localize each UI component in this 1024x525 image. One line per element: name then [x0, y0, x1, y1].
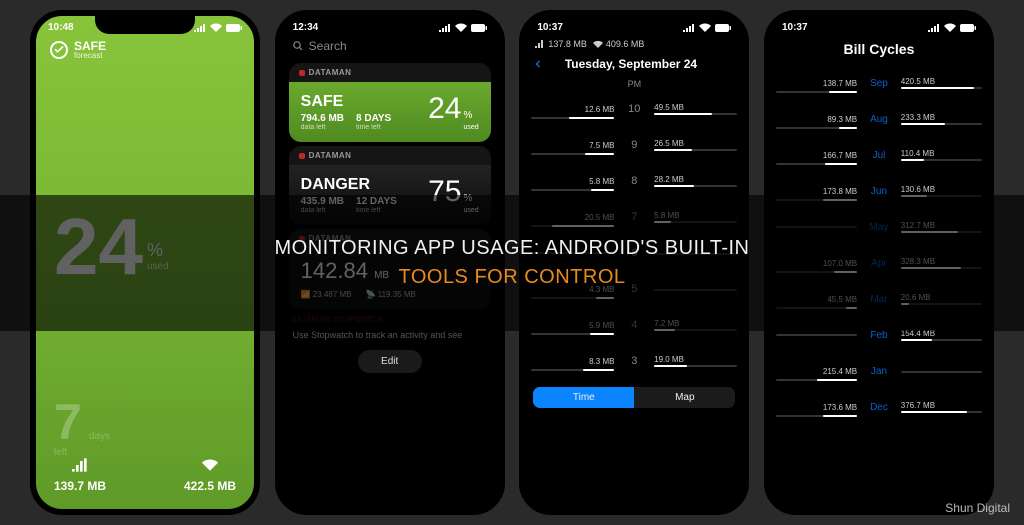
footer-stats: 139.7 MB 422.5 MB	[36, 458, 254, 509]
app-dot-icon	[299, 70, 305, 76]
hour-row[interactable]: 7.5 MB 9 26.5 MB	[531, 127, 737, 163]
cycle-row[interactable]: 173.6 MB Dec 376.7 MB	[776, 389, 982, 425]
wifi-icon	[210, 23, 222, 32]
cycle-row[interactable]: 138.7 MB Sep 420.5 MB	[776, 65, 982, 101]
notch	[584, 16, 684, 34]
state-safe: SAFE	[301, 93, 392, 111]
segment-time[interactable]: Time	[533, 387, 634, 408]
clock: 10:37	[782, 22, 808, 33]
cellular-icon	[72, 458, 88, 477]
wifi-icon	[699, 23, 711, 32]
notch	[95, 16, 195, 34]
wifi-icon	[944, 23, 956, 32]
page-title: Bill Cycles	[780, 41, 978, 57]
wifi-icon	[455, 23, 467, 32]
wifi-total: 409.6 MB	[593, 39, 645, 49]
edit-button[interactable]: Edit	[358, 350, 422, 373]
pm-label: PM	[525, 79, 743, 89]
notch	[829, 16, 929, 34]
signal-icon	[439, 24, 451, 32]
days-left-ghost: 7 days left	[36, 393, 254, 458]
search-icon	[293, 41, 303, 51]
search-placeholder: Search	[309, 39, 347, 53]
notch	[340, 16, 440, 34]
cycle-row[interactable]: 215.4 MB Jan	[776, 353, 982, 389]
segment-map[interactable]: Map	[634, 387, 735, 408]
battery-icon	[226, 24, 242, 32]
search-bar[interactable]: Search	[281, 35, 499, 59]
battery-icon	[471, 24, 487, 32]
signal-icon	[194, 24, 206, 32]
widget-safe[interactable]: DATAMAN SAFE 794.6 MBdata left 8 DAYStim…	[289, 63, 491, 142]
cycle-row[interactable]: 89.3 MB Aug 233.3 MB	[776, 101, 982, 137]
clock: 10:48	[48, 22, 74, 33]
check-icon	[50, 41, 68, 59]
cellular-usage: 139.7 MB	[54, 479, 106, 493]
cycle-row[interactable]: 166.7 MB Jul 110.4 MB	[776, 137, 982, 173]
battery-icon	[715, 24, 731, 32]
clock: 12:34	[293, 22, 319, 33]
wifi-usage: 422.5 MB	[184, 479, 236, 493]
wifi-icon	[202, 458, 218, 477]
hour-row[interactable]: 8.3 MB 3 19.0 MB	[531, 343, 737, 379]
clock: 10:37	[537, 22, 563, 33]
state-danger: DANGER	[301, 176, 397, 194]
segment-control[interactable]: Time Map	[533, 387, 735, 408]
safe-badge: SAFE forecast	[36, 35, 254, 60]
battery-icon	[960, 24, 976, 32]
cellular-total: 137.8 MB	[535, 39, 587, 49]
stage: 10:48 SAFE forecast 24 % used 7 days	[0, 0, 1024, 525]
signal-icon	[928, 24, 940, 32]
overlay-title: MONITORING APP USAGE: ANDROID'S BUILT-IN…	[0, 234, 1024, 292]
app-dot-icon	[299, 153, 305, 159]
date-title: Tuesday, September 24	[541, 57, 722, 71]
safe-sublabel: forecast	[74, 51, 106, 60]
hour-row[interactable]: 12.6 MB 10 49.5 MB	[531, 91, 737, 127]
watermark: Shun Digital	[945, 501, 1010, 515]
signal-icon	[683, 24, 695, 32]
